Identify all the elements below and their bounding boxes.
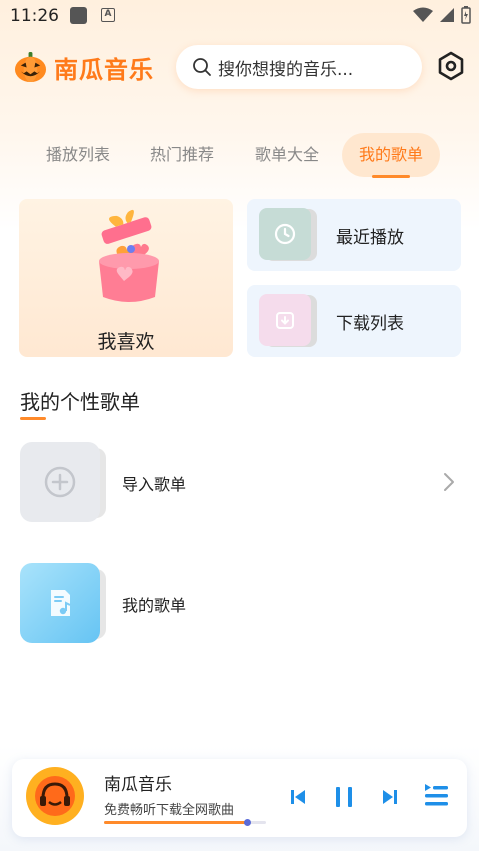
tab-all-playlists[interactable]: 歌单大全: [245, 133, 329, 177]
recent-icon-tile: [259, 208, 311, 260]
tab-bar: 播放列表 热门推荐 歌单大全 我的歌单: [0, 133, 479, 183]
search-placeholder: 搜你想搜的音乐...: [218, 59, 354, 80]
section-underline: [20, 417, 46, 420]
prev-icon[interactable]: [289, 784, 307, 810]
pumpkin-headphones-icon: [35, 776, 75, 816]
import-thumb: [20, 442, 100, 522]
section-title: 我的个性歌单: [20, 390, 140, 414]
status-icons: [413, 6, 471, 24]
pumpkin-logo-icon: [14, 51, 47, 83]
playlist-note-icon: [51, 590, 71, 616]
download-icon-tile: [259, 294, 311, 346]
app-title: 南瓜音乐: [54, 56, 154, 84]
status-bar: 11:26 A: [0, 0, 479, 32]
recent-label: 最近播放: [336, 228, 404, 248]
signal-icon: [440, 8, 454, 22]
tab-hot-recommend[interactable]: 热门推荐: [140, 133, 224, 177]
wifi-icon: [413, 7, 433, 22]
import-playlist-item[interactable]: 导入歌单: [20, 442, 460, 522]
clock-icon: [274, 223, 296, 245]
favorite-label: 我喜欢: [97, 331, 155, 353]
mini-player[interactable]: 南瓜音乐 免费畅听下载全网歌曲: [12, 759, 467, 837]
playlist-menu-icon[interactable]: [422, 781, 450, 811]
header-background: [0, 0, 479, 230]
tab-my-playlists[interactable]: 我的歌单: [342, 133, 440, 177]
my-playlist-label: 我的歌单: [122, 596, 187, 615]
my-playlist-item[interactable]: 我的歌单: [20, 563, 460, 643]
gift-box-illustration: [99, 209, 159, 302]
player-subtitle: 免费畅听下载全网歌曲: [104, 803, 235, 818]
pause-icon[interactable]: [332, 784, 356, 810]
player-title: 南瓜音乐: [104, 775, 172, 795]
next-icon[interactable]: [381, 784, 399, 810]
favorite-card[interactable]: 我喜欢: [19, 199, 233, 357]
recent-play-card[interactable]: 最近播放: [247, 199, 461, 271]
tab-active-indicator: [372, 175, 410, 178]
search-input[interactable]: 搜你想搜的音乐...: [176, 45, 422, 89]
settings-hexagon-icon[interactable]: [436, 51, 466, 81]
tab-playlist[interactable]: 播放列表: [36, 133, 120, 177]
album-cover[interactable]: [26, 767, 84, 825]
my-playlist-thumb: [20, 563, 100, 643]
progress-knob[interactable]: [243, 819, 251, 826]
chevron-right-icon: [444, 473, 454, 491]
add-circle-icon: [44, 466, 76, 498]
import-playlist-label: 导入歌单: [122, 475, 187, 494]
download-label: 下载列表: [336, 314, 404, 334]
progress-bar[interactable]: [104, 819, 266, 826]
battery-icon: [461, 6, 471, 24]
download-list-card[interactable]: 下载列表: [247, 285, 461, 357]
notification-icon: [70, 7, 87, 24]
progress-fill: [104, 821, 247, 824]
keyboard-icon: A: [101, 8, 115, 22]
status-time: 11:26: [10, 6, 59, 26]
search-icon: [193, 58, 211, 76]
download-icon: [276, 312, 294, 329]
